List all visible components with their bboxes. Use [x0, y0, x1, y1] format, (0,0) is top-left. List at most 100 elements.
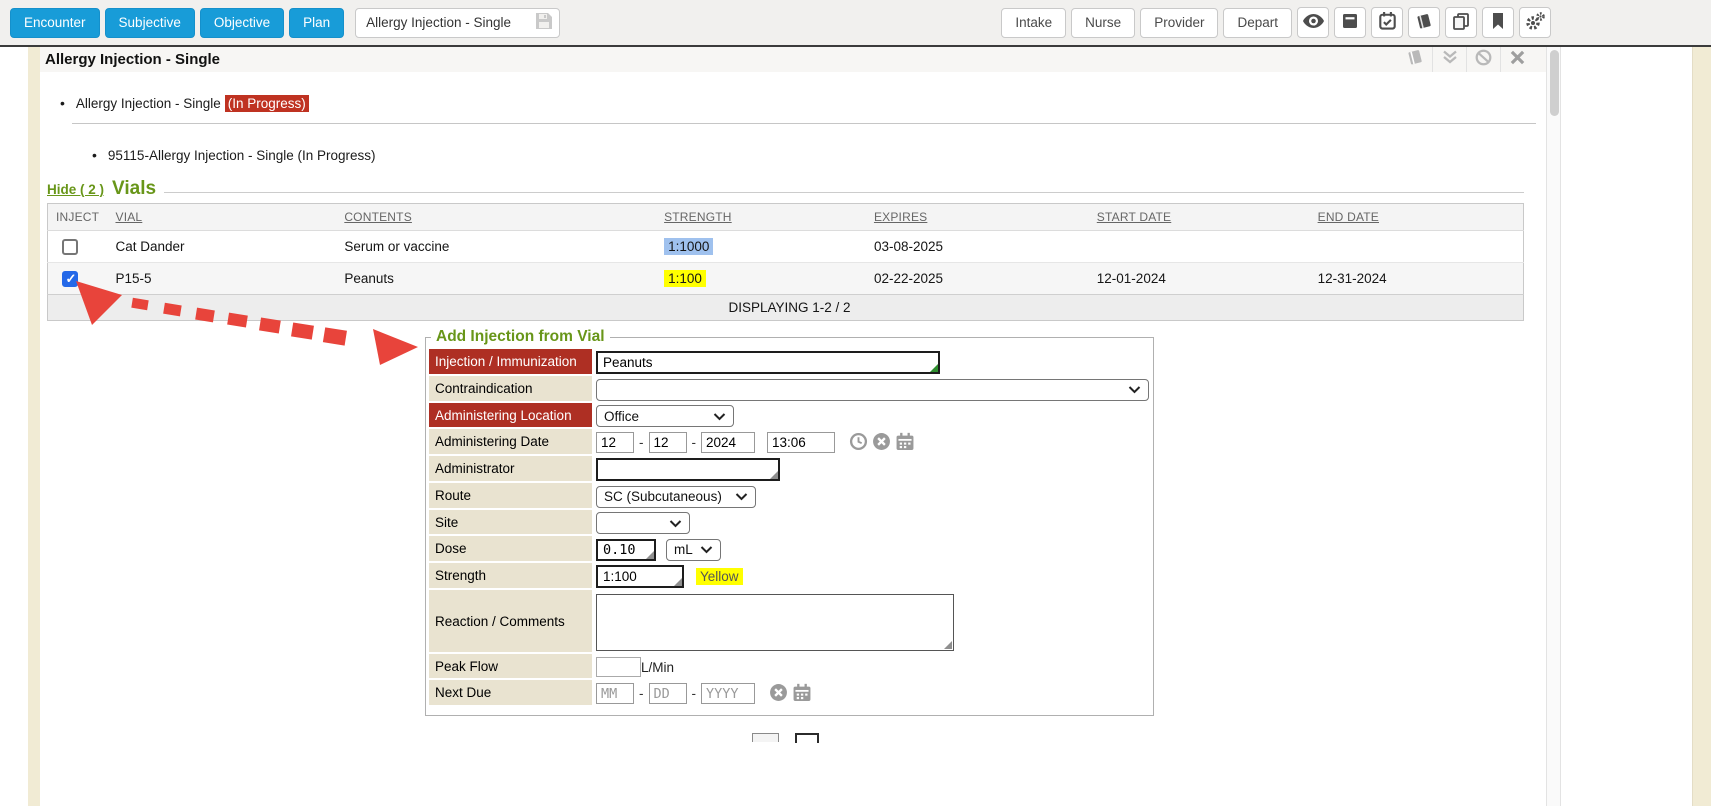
date-month-input[interactable] — [596, 432, 634, 453]
journal-button[interactable] — [1408, 7, 1440, 38]
contents-cell: Serum or vaccine — [336, 231, 656, 263]
clock-icon[interactable] — [849, 432, 868, 454]
clear-circle-icon[interactable] — [769, 683, 788, 705]
chevron-down-icon — [669, 516, 682, 531]
objective-button[interactable]: Objective — [200, 8, 284, 38]
intake-button[interactable]: Intake — [1001, 8, 1066, 38]
inject-checkbox[interactable] — [62, 239, 78, 255]
panel-close-button[interactable] — [1500, 47, 1534, 72]
panel-disable-button[interactable] — [1466, 47, 1500, 72]
encounter-note-subitem: •95115-Allergy Injection - Single (In Pr… — [92, 147, 376, 163]
start-date-cell: 12-01-2024 — [1089, 263, 1310, 295]
form-row-date: Administering Date -- — [429, 429, 1149, 456]
archive-button[interactable] — [1334, 7, 1366, 38]
eye-icon — [1303, 14, 1324, 31]
disable-slash-circle-icon — [1475, 49, 1492, 71]
col-expires[interactable]: EXPIRES — [866, 204, 1089, 231]
nextdue-month-input[interactable] — [596, 683, 634, 704]
vial-cell: Cat Dander — [107, 231, 336, 263]
form-row-peakflow: Peak Flow L/Min — [429, 654, 1149, 680]
depart-button[interactable]: Depart — [1223, 8, 1292, 38]
administrator-label: Administrator — [429, 456, 592, 483]
status-badge: (In Progress) — [225, 95, 309, 112]
dose-unit-select[interactable]: mL — [666, 539, 721, 561]
col-inject: INJECT — [48, 204, 108, 231]
col-end-date[interactable]: END DATE — [1310, 204, 1524, 231]
location-label: Administering Location — [429, 403, 592, 429]
clear-circle-icon[interactable] — [872, 432, 891, 454]
form-row-injection: Injection / Immunization — [429, 349, 1149, 376]
location-select[interactable]: Office — [596, 405, 734, 427]
chevron-down-icon — [713, 409, 726, 424]
expires-cell: 02-22-2025 — [866, 263, 1089, 295]
template-selector-value: Allergy Injection - Single — [366, 15, 511, 30]
appointments-button[interactable] — [1371, 7, 1403, 38]
vertical-scrollbar[interactable] — [1546, 47, 1561, 806]
calendar-icon[interactable] — [895, 432, 915, 454]
date-time-input[interactable] — [767, 432, 835, 453]
clipped-button[interactable] — [795, 733, 819, 743]
clipped-button[interactable] — [752, 733, 779, 742]
hide-vials-link[interactable]: Hide ( 2 ) — [47, 182, 104, 197]
injection-input[interactable] — [596, 351, 940, 374]
nextdue-day-input[interactable] — [649, 683, 687, 704]
panel-collapse-button[interactable] — [1432, 47, 1466, 72]
settings-gears-icon — [1525, 12, 1545, 34]
site-select[interactable] — [596, 512, 690, 534]
form-row-site: Site — [429, 510, 1149, 536]
panel-journal-button[interactable] — [1398, 47, 1432, 72]
bookmark-icon — [1492, 13, 1504, 32]
save-icon — [535, 12, 553, 33]
template-selector[interactable]: Allergy Injection - Single — [355, 8, 560, 38]
date-label: Administering Date — [429, 429, 592, 456]
form-row-dose: Dose mL — [429, 536, 1149, 563]
col-strength[interactable]: STRENGTH — [656, 204, 866, 231]
scrollbar-thumb[interactable] — [1550, 50, 1559, 116]
encounter-button[interactable]: Encounter — [10, 8, 100, 38]
divider — [72, 123, 1536, 124]
subjective-button[interactable]: Subjective — [105, 8, 195, 38]
note-item-text: Allergy Injection - Single — [76, 96, 221, 111]
provider-button[interactable]: Provider — [1140, 8, 1218, 38]
table-row: Cat Dander Serum or vaccine 1:1000 03-08… — [48, 231, 1524, 263]
bookmark-button[interactable] — [1482, 7, 1514, 38]
strength-input[interactable] — [596, 565, 684, 588]
panel-actions — [1398, 47, 1534, 72]
administrator-input[interactable] — [596, 458, 780, 481]
peakflow-input[interactable] — [596, 657, 641, 677]
route-label: Route — [429, 483, 592, 510]
route-select[interactable]: SC (Subcutaneous) — [596, 486, 756, 508]
date-day-input[interactable] — [649, 432, 687, 453]
col-vial[interactable]: VIAL — [107, 204, 336, 231]
form-row-route: Route SC (Subcutaneous) — [429, 483, 1149, 510]
calendar-icon[interactable] — [792, 683, 812, 705]
start-date-cell — [1089, 231, 1310, 263]
calendar-check-icon — [1379, 12, 1396, 33]
archive-box-icon — [1342, 13, 1358, 32]
col-contents[interactable]: CONTENTS — [336, 204, 656, 231]
copy-icon — [1453, 13, 1469, 33]
right-edge-strip — [1692, 47, 1711, 806]
date-separator: - — [692, 686, 697, 701]
panel-titlebar: Allergy Injection - Single — [40, 47, 1546, 72]
reaction-textarea[interactable] — [596, 594, 954, 651]
nextdue-year-input[interactable] — [701, 683, 755, 704]
note-subitem-text: 95115-Allergy Injection - Single (In Pro… — [108, 148, 376, 163]
copy-button[interactable] — [1445, 7, 1477, 38]
annotation-arrow — [70, 275, 430, 375]
col-start-date[interactable]: START DATE — [1089, 204, 1310, 231]
nurse-button[interactable]: Nurse — [1071, 8, 1135, 38]
fieldset-line — [164, 192, 1524, 193]
plan-button[interactable]: Plan — [289, 8, 344, 38]
app-window: Encounter Subjective Objective Plan Alle… — [0, 0, 1711, 806]
dose-input[interactable] — [596, 539, 656, 561]
form-legend: Add Injection from Vial — [431, 328, 610, 346]
date-year-input[interactable] — [701, 432, 755, 453]
contraindication-select[interactable] — [596, 379, 1149, 401]
book-icon — [1406, 49, 1424, 70]
strength-value-highlighted: 1:1000 — [664, 238, 713, 255]
date-separator: - — [639, 435, 644, 450]
preview-button[interactable] — [1297, 7, 1329, 38]
expires-cell: 03-08-2025 — [866, 231, 1089, 263]
settings-button[interactable] — [1519, 7, 1551, 38]
